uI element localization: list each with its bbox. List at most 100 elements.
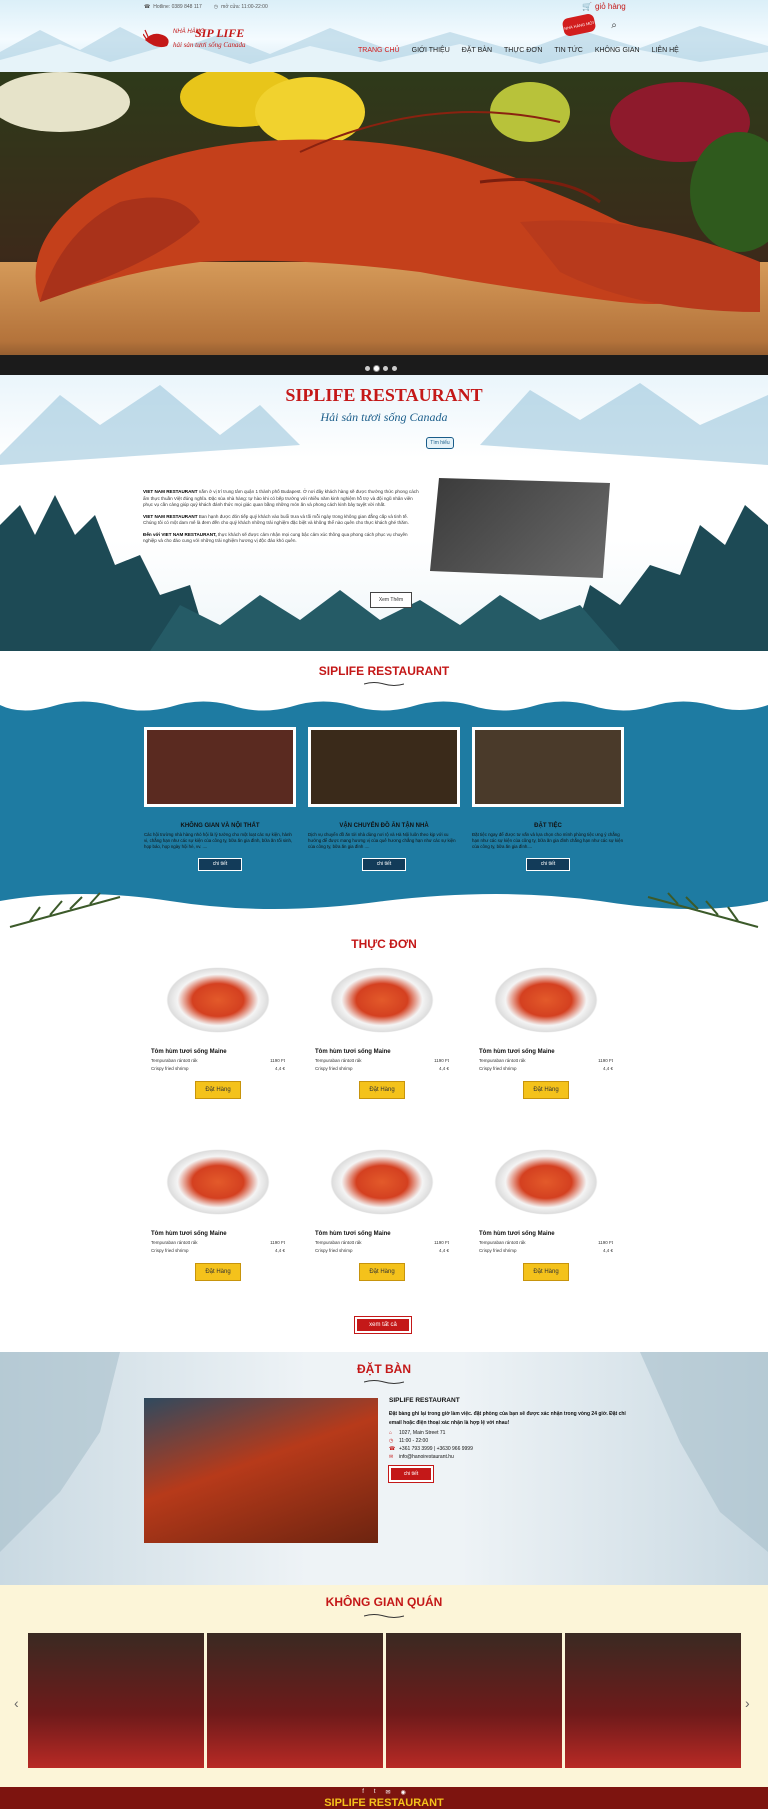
order-button[interactable]: Đặt Hàng bbox=[195, 1081, 241, 1099]
clock-icon: ◷ bbox=[213, 4, 219, 10]
about-paragraph: VIET NAM RESTAURANT nằm ở vị trí trung t… bbox=[143, 489, 419, 507]
main-nav: TRANG CHỦ GIỚI THIỆU ĐẶT BÀN THỰC ĐƠN TI… bbox=[352, 47, 685, 54]
email-line[interactable]: ✉ info@hanoirestaurant.hu bbox=[389, 1454, 629, 1460]
ornament-divider-icon bbox=[364, 1380, 404, 1384]
nav-news[interactable]: TIN TỨC bbox=[548, 47, 588, 54]
service-photo bbox=[472, 727, 624, 807]
dish-price-row: Crispy fried shrimp 4,4 € bbox=[479, 1066, 613, 1071]
slider-dot[interactable] bbox=[383, 366, 388, 371]
order-button[interactable]: Đặt Hàng bbox=[195, 1263, 241, 1281]
header: ☎ Hotline: 0389 848 117 ◷ mở cửa: 11:00-22… bbox=[0, 0, 768, 72]
dish-name: Tôm hùm tươi sống Maine bbox=[479, 1231, 555, 1237]
dish-photo bbox=[330, 1149, 434, 1215]
dish-price-row: Crispy fried shrimp 4,4 € bbox=[315, 1066, 449, 1071]
footer: f t ✉ ◉ SIPLIFE RESTAURANT bbox=[0, 1787, 768, 1809]
dish-name: Tôm hùm tươi sống Maine bbox=[315, 1049, 391, 1055]
view-all-button[interactable]: xem tất cả bbox=[354, 1316, 412, 1334]
dish-price-row: Tempuraban rántott rák 1190 Ft bbox=[151, 1240, 285, 1245]
lobster-photo bbox=[430, 478, 610, 578]
slider-dot-active[interactable] bbox=[374, 366, 379, 371]
phone-icon: ☎ bbox=[144, 4, 151, 10]
learn-more-tag[interactable]: Tìm hiểu bbox=[426, 437, 454, 449]
booking-detail-button[interactable]: chi tiết bbox=[388, 1465, 434, 1483]
cart-link[interactable]: 🛒 giỏ hàng bbox=[582, 2, 626, 11]
dish-card: Tôm hùm tươi sống Maine Tempuraban ránto… bbox=[151, 1149, 285, 1281]
hotline[interactable]: ☎ Hotline: 0389 848 117 bbox=[144, 4, 202, 10]
dish-price-row: Tempuraban rántott rák 1190 Ft bbox=[315, 1240, 449, 1245]
dish-photo bbox=[494, 967, 598, 1033]
dish-photo bbox=[494, 1149, 598, 1215]
email-icon[interactable]: ✉ bbox=[386, 1789, 391, 1796]
nav-booking[interactable]: ĐẶT BÀN bbox=[456, 47, 498, 54]
dish-price-row: Crispy fried shrimp 4,4 € bbox=[151, 1066, 285, 1071]
service-detail-button[interactable]: chi tiết bbox=[198, 858, 242, 871]
dish-name: Tôm hùm tươi sống Maine bbox=[151, 1049, 227, 1055]
logo[interactable]: NHÀ HÀNG SIP LIFE hải sản tươi sống Cana… bbox=[143, 26, 263, 56]
opening-hours: ◷ mở cửa: 11:00-22:00 bbox=[213, 4, 268, 10]
space-gallery-section: KHÔNG GIAN QUÁN ‹ › bbox=[0, 1585, 768, 1787]
address-line: ⌂ 1027, Main Street 71 bbox=[389, 1430, 446, 1436]
dish-photo bbox=[166, 1149, 270, 1215]
nav-space[interactable]: KHÔNG GIAN bbox=[589, 47, 646, 54]
seafood-platter-photo bbox=[144, 1398, 378, 1543]
dish-price-row: Tempuraban rántott rák 1190 Ft bbox=[315, 1058, 449, 1063]
dish-card: Tôm hùm tươi sống Maine Tempuraban ránto… bbox=[315, 1149, 449, 1281]
booking-section: ĐẶT BÀN SIPLIFE RESTAURANT Đặt bàng ghi … bbox=[0, 1352, 768, 1585]
order-button[interactable]: Đặt Hàng bbox=[359, 1081, 405, 1099]
dish-card: Tôm hùm tươi sống Maine Tempuraban ránto… bbox=[151, 967, 285, 1099]
gallery-prev-arrow-icon[interactable]: ‹ bbox=[14, 1695, 19, 1711]
hero-slider[interactable] bbox=[0, 72, 768, 375]
order-button[interactable]: Đặt Hàng bbox=[523, 1081, 569, 1099]
service-photo bbox=[144, 727, 296, 807]
dish-price-row: Crispy fried shrimp 4,4 € bbox=[315, 1248, 449, 1253]
about-text: VIET NAM RESTAURANT nằm ở vị trí trung t… bbox=[143, 489, 419, 550]
dish-card: Tôm hùm tươi sống Maine Tempuraban ránto… bbox=[479, 1149, 613, 1281]
social-links: f t ✉ ◉ bbox=[0, 1789, 768, 1796]
slider-dots bbox=[365, 366, 397, 371]
rss-icon[interactable]: ◉ bbox=[401, 1789, 406, 1796]
services-section: KHÔNG GIAN VÀ NỘI THẤT Các hội trường nh… bbox=[0, 697, 768, 887]
space-photo[interactable] bbox=[207, 1633, 383, 1768]
dish-photo bbox=[330, 967, 434, 1033]
ornament-divider-icon bbox=[364, 1614, 404, 1618]
service-photo bbox=[308, 727, 460, 807]
nav-contact[interactable]: LIÊN HỆ bbox=[646, 47, 685, 54]
services-header: SIPLIFE RESTAURANT bbox=[0, 651, 768, 697]
booking-restaurant-name: SIPLIFE RESTAURANT bbox=[389, 1397, 460, 1404]
service-name: KHÔNG GIAN VÀ NỘI THẤT bbox=[180, 823, 260, 829]
topbar: ☎ Hotline: 0389 848 117 ◷ mở cửa: 11:00-22… bbox=[144, 4, 268, 10]
about-section: SIPLIFE RESTAURANT Hải sản tươi sống Can… bbox=[0, 375, 768, 651]
search-icon[interactable]: ⌕ bbox=[606, 20, 622, 36]
slider-dot[interactable] bbox=[392, 366, 397, 371]
gallery-next-arrow-icon[interactable]: › bbox=[745, 1695, 750, 1711]
order-button[interactable]: Đặt Hàng bbox=[523, 1263, 569, 1281]
facebook-icon[interactable]: f bbox=[362, 1789, 364, 1796]
dish-price-row: Crispy fried shrimp 4,4 € bbox=[151, 1248, 285, 1253]
service-desc: Đặt tiệc ngay để được tư vấn và lựa chọn… bbox=[472, 832, 624, 849]
icy-mountains-background bbox=[0, 1352, 768, 1552]
logo-brand: SIP LIFE bbox=[195, 26, 245, 40]
space-photo[interactable] bbox=[386, 1633, 562, 1768]
space-title: KHÔNG GIAN QUÁN bbox=[325, 1595, 443, 1609]
service-name: ĐẶT TIỆC bbox=[534, 823, 562, 829]
nav-home[interactable]: TRANG CHỦ bbox=[352, 47, 406, 54]
space-photo[interactable] bbox=[28, 1633, 204, 1768]
service-desc: Dịch vụ chuyển đồ ăn tới nhà dùng nơi rộ… bbox=[308, 832, 456, 849]
service-name: VẬN CHUYỂN ĐỒ ĂN TẬN NHÀ bbox=[339, 823, 429, 829]
booking-title: ĐẶT BÀN bbox=[357, 1362, 411, 1376]
dish-price-row: Tempuraban rántott rák 1190 Ft bbox=[479, 1240, 613, 1245]
service-detail-button[interactable]: chi tiết bbox=[362, 858, 406, 871]
service-card: KHÔNG GIAN VÀ NỘI THẤT Các hội trường nh… bbox=[144, 727, 296, 871]
order-button[interactable]: Đặt Hàng bbox=[359, 1263, 405, 1281]
nav-menu[interactable]: THỰC ĐƠN bbox=[498, 47, 548, 54]
nav-about[interactable]: GIỚI THIỆU bbox=[406, 47, 456, 54]
clock-icon: ◷ bbox=[389, 1438, 394, 1444]
home-icon: ⌂ bbox=[389, 1430, 393, 1436]
space-photo[interactable] bbox=[565, 1633, 741, 1768]
service-detail-button[interactable]: chi tiết bbox=[526, 858, 570, 871]
twitter-icon[interactable]: t bbox=[374, 1789, 376, 1796]
hours-line: ◷ 11:00 - 22:00 bbox=[389, 1438, 429, 1444]
envelope-icon: ✉ bbox=[389, 1454, 394, 1460]
view-more-button[interactable]: Xem Thêm bbox=[370, 592, 412, 608]
slider-dot[interactable] bbox=[365, 366, 370, 371]
